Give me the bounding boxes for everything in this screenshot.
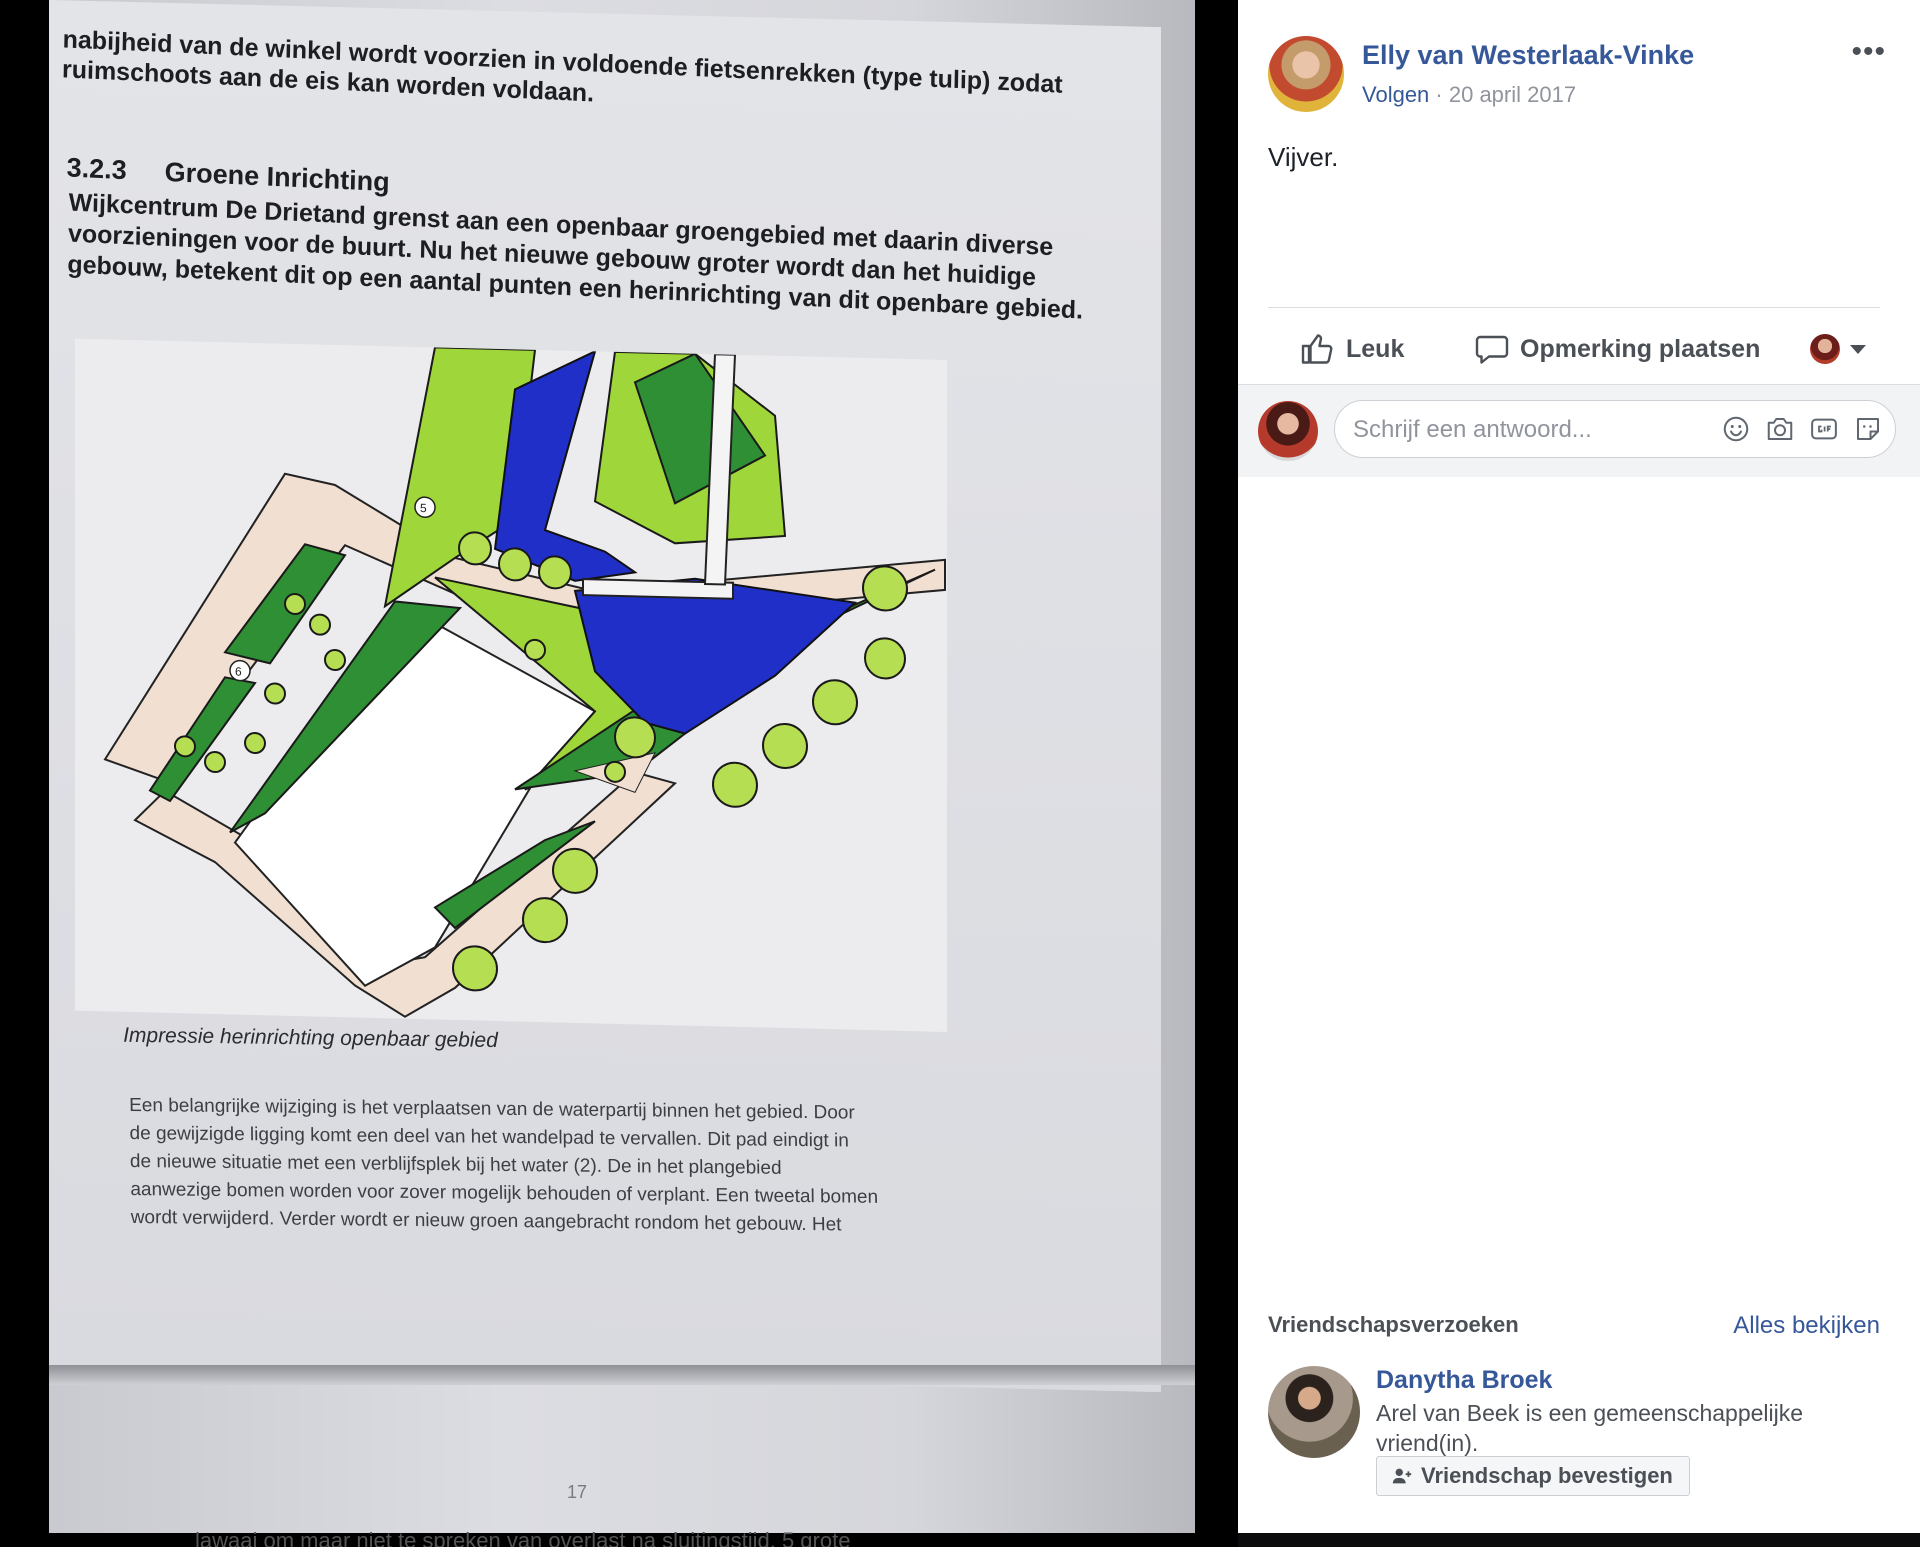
- sticker-icon[interactable]: [1853, 414, 1883, 444]
- comment-button[interactable]: Opmerking plaatsen: [1474, 329, 1760, 369]
- author-name[interactable]: Elly van Westerlaak-Vinke: [1362, 40, 1694, 71]
- requester-avatar[interactable]: [1268, 1366, 1360, 1458]
- more-options-icon[interactable]: •••: [1851, 37, 1886, 67]
- site-plan-drawing: 5 6: [75, 338, 947, 1032]
- post-header: Elly van Westerlaak-Vinke Volgen · 20 ap…: [1268, 36, 1890, 116]
- confirm-label: Vriendschap bevestigen: [1421, 1463, 1673, 1488]
- page-number: 17: [567, 1482, 588, 1502]
- mutual-friend-text: Arel van Beek is een gemeenschappelijke …: [1376, 1400, 1804, 1456]
- post-date[interactable]: 20 april 2017: [1449, 82, 1576, 107]
- author-avatar[interactable]: [1268, 36, 1344, 112]
- current-user-avatar-small: [1810, 334, 1840, 364]
- post-caption: Vijver.: [1268, 142, 1339, 172]
- camera-icon[interactable]: [1765, 414, 1795, 444]
- post-photo: nabijheid van de winkel wordt voorzien i…: [49, 0, 1195, 1533]
- caret-down-icon: [1850, 344, 1866, 354]
- plan-caption: Impressie herinrichting openbaar gebied: [123, 1023, 498, 1053]
- requester-name[interactable]: Danytha Broek: [1376, 1366, 1552, 1395]
- comment-tools: [1721, 414, 1883, 444]
- post-meta: Volgen · 20 april 2017: [1362, 82, 1576, 108]
- body-paragraph: Een belangrijke wijziging is het verplaa…: [129, 1092, 879, 1240]
- post-as-selector[interactable]: [1810, 329, 1866, 369]
- comment-composer: [1238, 384, 1920, 477]
- section-number: 3.2.3: [66, 152, 128, 186]
- screen-edge: [49, 1365, 1195, 1385]
- meta-separator: ·: [1429, 82, 1449, 107]
- post-side-panel: Elly van Westerlaak-Vinke Volgen · 20 ap…: [1238, 0, 1920, 1533]
- like-label: Leuk: [1346, 334, 1405, 363]
- section-paragraph: Wijkcentrum De Drietand grenst aan een o…: [67, 187, 1085, 326]
- current-user-avatar: [1258, 401, 1318, 461]
- comment-input[interactable]: [1351, 413, 1685, 447]
- photo-viewer[interactable]: nabijheid van de winkel wordt voorzien i…: [0, 0, 1238, 1547]
- add-friend-icon: [1392, 1468, 1412, 1484]
- gif-icon[interactable]: [1809, 414, 1839, 444]
- divider: [1268, 307, 1880, 308]
- document-intro: nabijheid van de winkel wordt voorzien i…: [62, 24, 1063, 129]
- like-button[interactable]: Leuk: [1300, 329, 1404, 369]
- see-all-link[interactable]: Alles bekijken: [1733, 1312, 1880, 1340]
- speech-bubble-icon: [1475, 335, 1509, 364]
- thumbs-up-icon: [1301, 334, 1333, 364]
- friend-request-item: Danytha Broek Arel van Beek is een gemee…: [1268, 1362, 1880, 1502]
- friend-requests-title: Vriendschapsverzoeken: [1268, 1312, 1519, 1337]
- photo-bottom-text: lawaai om maar niet te spreken van overl…: [195, 1528, 851, 1547]
- section-title: Groene Inrichting: [164, 156, 390, 198]
- emoji-icon[interactable]: [1721, 414, 1751, 444]
- post-actions: Leuk Opmerking plaatsen: [1238, 315, 1920, 381]
- comment-label: Opmerking plaatsen: [1520, 334, 1761, 363]
- comment-box[interactable]: [1334, 400, 1896, 458]
- document-page: nabijheid van de winkel wordt voorzien i…: [49, 0, 1161, 1393]
- confirm-friend-button[interactable]: Vriendschap bevestigen: [1376, 1456, 1690, 1496]
- follow-link[interactable]: Volgen: [1362, 82, 1429, 107]
- plan-marker-5: 5: [420, 501, 427, 515]
- site-plan-svg: 5 6: [75, 338, 947, 1032]
- plan-marker-6: 6: [235, 665, 242, 679]
